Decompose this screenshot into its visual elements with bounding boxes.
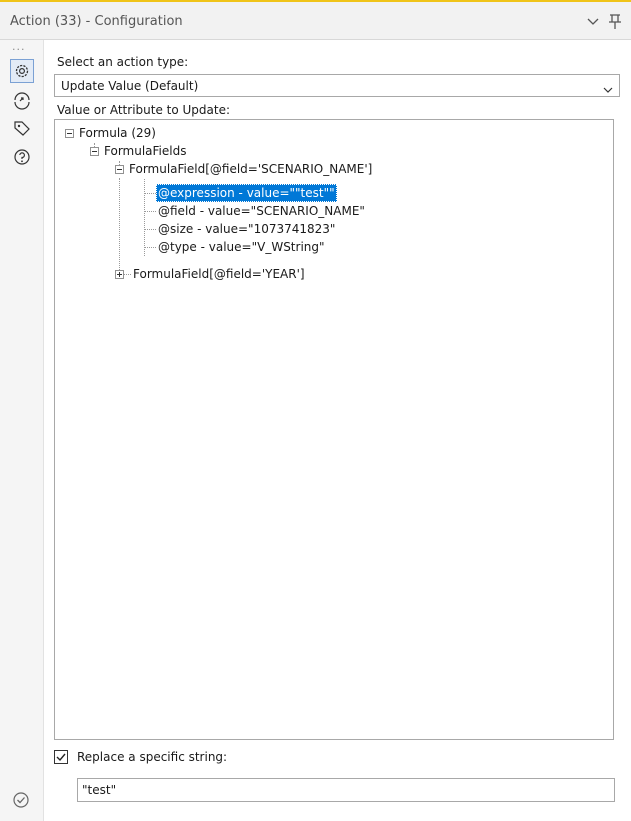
replace-string-label: Replace a specific string: <box>77 750 228 764</box>
expand-year-icon[interactable] <box>115 270 124 279</box>
tree-node-label-selected: @expression - value=""test"" <box>156 184 337 202</box>
tree-connector <box>144 229 156 230</box>
collapse-scenario-icon[interactable] <box>115 165 124 174</box>
tree-connector <box>144 247 156 248</box>
help-icon[interactable] <box>11 146 33 168</box>
check-circle-icon <box>11 790 31 810</box>
tree-connector <box>144 211 156 212</box>
replace-string-input[interactable] <box>77 778 615 802</box>
collapse-formula-icon[interactable] <box>65 129 74 138</box>
tree-connector <box>119 178 120 274</box>
tree-node-label: FormulaField[@field='SCENARIO_NAME'] <box>129 162 373 176</box>
tree-node-label: Formula (29) <box>79 126 156 140</box>
tree-connector <box>144 193 156 194</box>
value-attribute-label: Value or Attribute to Update: <box>57 103 231 117</box>
checkmark-icon <box>56 753 66 762</box>
tree-connector <box>144 179 145 256</box>
tree-node-label: @field - value="SCENARIO_NAME" <box>158 204 365 218</box>
chevron-down-icon <box>603 82 613 96</box>
title-bar: Action (33) - Configuration <box>0 2 631 40</box>
tree-node-label: FormulaFields <box>104 144 187 158</box>
tag-icon[interactable] <box>11 117 33 139</box>
tree-node-label: @type - value="V_WString" <box>158 240 325 254</box>
rail-more-icon[interactable]: ... <box>12 41 26 52</box>
tree-node-label: FormulaField[@field='YEAR'] <box>133 267 305 281</box>
gear-icon[interactable] <box>10 59 34 83</box>
connection-icon[interactable] <box>11 89 33 111</box>
collapse-formulafields-icon[interactable] <box>90 147 99 156</box>
action-type-value: Update Value (Default) <box>61 79 199 93</box>
window-title: Action (33) - Configuration <box>10 14 183 29</box>
chevron-down-icon[interactable] <box>583 11 603 31</box>
replace-string-checkbox[interactable] <box>54 750 68 764</box>
pin-icon[interactable] <box>605 11 625 31</box>
tree-node-label: @size - value="1073741823" <box>158 222 336 236</box>
attribute-tree[interactable]: Formula (29) FormulaFields FormulaField[… <box>54 119 614 740</box>
action-type-label: Select an action type: <box>57 55 189 69</box>
action-type-select[interactable]: Update Value (Default) <box>54 74 620 97</box>
